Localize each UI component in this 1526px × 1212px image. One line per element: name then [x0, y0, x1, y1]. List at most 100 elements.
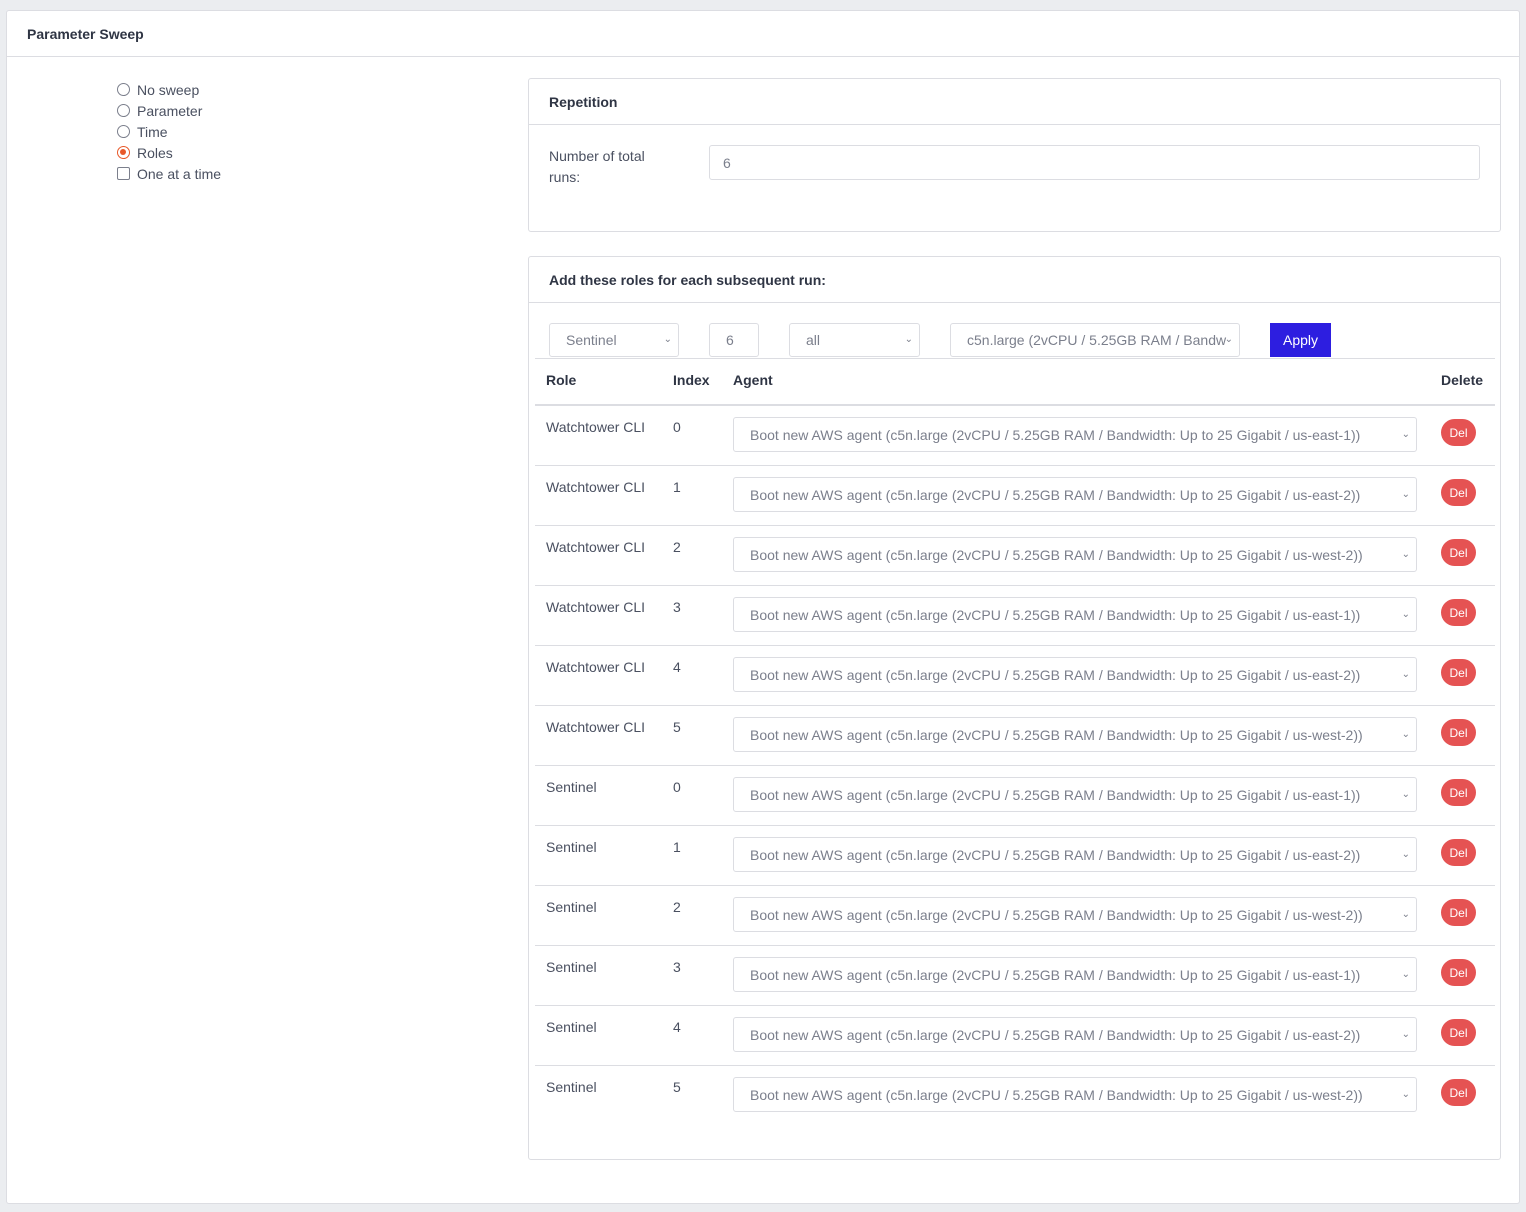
row-agent-select[interactable]: Boot new AWS agent (c5n.large (2vCPU / 5…: [733, 1077, 1417, 1112]
row-index: 3: [673, 959, 681, 975]
row-index: 4: [673, 1019, 681, 1035]
row-agent-select[interactable]: Boot new AWS agent (c5n.large (2vCPU / 5…: [733, 837, 1417, 872]
row-agent-select[interactable]: Boot new AWS agent (c5n.large (2vCPU / 5…: [733, 657, 1417, 692]
table-row: Sentinel 1 Boot new AWS agent (c5n.large (…: [535, 826, 1495, 886]
delete-button[interactable]: Del: [1441, 419, 1476, 446]
row-index: 5: [673, 719, 681, 735]
row-agent-select[interactable]: Boot new AWS agent (c5n.large (2vCPU / 5…: [733, 1017, 1417, 1052]
total-runs-input[interactable]: [709, 145, 1480, 180]
chevron-down-icon: ⌄: [1224, 334, 1233, 345]
table-row: Sentinel 2 Boot new AWS agent (c5n.large (…: [535, 886, 1495, 946]
table-row: Sentinel 0 Boot new AWS agent (c5n.large (…: [535, 766, 1495, 826]
row-role: Watchtower CLI: [546, 479, 646, 495]
row-agent-select[interactable]: Boot new AWS agent (c5n.large (2vCPU / 5…: [733, 717, 1417, 752]
row-agent-select[interactable]: Boot new AWS agent (c5n.large (2vCPU / 5…: [733, 957, 1417, 992]
radio-icon[interactable]: [117, 125, 130, 138]
row-role: Watchtower CLI: [546, 419, 646, 435]
row-agent-value: Boot new AWS agent (c5n.large (2vCPU / 5…: [750, 606, 1361, 623]
delete-button[interactable]: Del: [1441, 839, 1476, 866]
option-label: No sweep: [137, 81, 200, 98]
row-role: Watchtower CLI: [546, 599, 646, 615]
repetition-title: Repetition: [529, 79, 1500, 125]
chevron-down-icon: ⌄: [1401, 669, 1410, 680]
row-agent-select[interactable]: Boot new AWS agent (c5n.large (2vCPU / 5…: [733, 777, 1417, 812]
delete-button[interactable]: Del: [1441, 479, 1476, 506]
row-index: 0: [673, 419, 681, 435]
row-role: Sentinel: [546, 959, 597, 975]
column-header-agent: Agent: [733, 372, 773, 388]
checkbox-icon[interactable]: [117, 167, 130, 180]
option-label: Time: [137, 123, 168, 140]
option-time[interactable]: Time: [117, 121, 221, 142]
chevron-down-icon: ⌄: [904, 334, 913, 345]
delete-button[interactable]: Del: [1441, 659, 1476, 686]
row-index: 5: [673, 1079, 681, 1095]
chevron-down-icon: ⌄: [1401, 729, 1410, 740]
row-role: Sentinel: [546, 899, 597, 915]
option-label: Parameter: [137, 102, 203, 119]
delete-button[interactable]: Del: [1441, 959, 1476, 986]
delete-button[interactable]: Del: [1441, 539, 1476, 566]
delete-button[interactable]: Del: [1441, 1019, 1476, 1046]
delete-button[interactable]: Del: [1441, 779, 1476, 806]
row-index: 4: [673, 659, 681, 675]
delete-button[interactable]: Del: [1441, 599, 1476, 626]
chevron-down-icon: ⌄: [1401, 609, 1410, 620]
row-index: 1: [673, 479, 681, 495]
option-parameter[interactable]: Parameter: [117, 100, 221, 121]
roles-card: Add these roles for each subsequent run:…: [528, 256, 1501, 1160]
repetition-card: Repetition Number of total runs:: [528, 78, 1501, 232]
table-row: Watchtower CLI 2 Boot new AWS agent (c5n.l…: [535, 526, 1495, 586]
row-role: Sentinel: [546, 1079, 597, 1095]
chevron-down-icon: ⌄: [1401, 909, 1410, 920]
row-agent-value: Boot new AWS agent (c5n.large (2vCPU / 5…: [750, 1086, 1363, 1103]
option-one-at-a-time[interactable]: One at a time: [117, 163, 221, 184]
table-divider: [535, 358, 1495, 359]
option-roles[interactable]: Roles: [117, 142, 221, 163]
chevron-down-icon: ⌄: [1401, 1029, 1410, 1040]
chevron-down-icon: ⌄: [1401, 969, 1410, 980]
row-agent-value: Boot new AWS agent (c5n.large (2vCPU / 5…: [750, 666, 1361, 683]
row-agent-value: Boot new AWS agent (c5n.large (2vCPU / 5…: [750, 426, 1361, 443]
chevron-down-icon: ⌄: [1401, 1089, 1410, 1100]
row-role: Watchtower CLI: [546, 539, 646, 555]
row-agent-select[interactable]: Boot new AWS agent (c5n.large (2vCPU / 5…: [733, 537, 1417, 572]
row-role: Sentinel: [546, 839, 597, 855]
row-index: 2: [673, 539, 681, 555]
table-row: Sentinel 3 Boot new AWS agent (c5n.large (…: [535, 946, 1495, 1006]
delete-button[interactable]: Del: [1441, 719, 1476, 746]
row-agent-select[interactable]: Boot new AWS agent (c5n.large (2vCPU / 5…: [733, 417, 1417, 452]
row-agent-select[interactable]: Boot new AWS agent (c5n.large (2vCPU / 5…: [733, 597, 1417, 632]
option-no-sweep[interactable]: No sweep: [117, 79, 221, 100]
parameter-sweep-card: Parameter Sweep No sweep Parameter Time …: [6, 10, 1520, 1204]
row-agent-select[interactable]: Boot new AWS agent (c5n.large (2vCPU / 5…: [733, 477, 1417, 512]
row-agent-value: Boot new AWS agent (c5n.large (2vCPU / 5…: [750, 846, 1361, 863]
delete-button[interactable]: Del: [1441, 899, 1476, 926]
roles-title: Add these roles for each subsequent run:: [529, 257, 1500, 303]
role-select[interactable]: Sentinel ⌄: [549, 323, 679, 357]
radio-checked-icon[interactable]: [117, 146, 130, 159]
row-agent-value: Boot new AWS agent (c5n.large (2vCPU / 5…: [750, 1026, 1361, 1043]
count-input[interactable]: 6: [709, 323, 759, 357]
option-label: One at a time: [137, 165, 222, 182]
row-role: Sentinel: [546, 779, 597, 795]
chevron-down-icon: ⌄: [1401, 549, 1410, 560]
row-agent-value: Boot new AWS agent (c5n.large (2vCPU / 5…: [750, 906, 1363, 923]
row-role: Watchtower CLI: [546, 719, 646, 735]
row-index: 1: [673, 839, 681, 855]
agent-type-select[interactable]: c5n.large (2vCPU / 5.25GB RAM / Bandw ⌄: [950, 323, 1240, 357]
row-agent-select[interactable]: Boot new AWS agent (c5n.large (2vCPU / 5…: [733, 897, 1417, 932]
radio-icon[interactable]: [117, 83, 130, 96]
index-select[interactable]: all ⌄: [789, 323, 920, 357]
chevron-down-icon: ⌄: [663, 334, 672, 345]
row-agent-value: Boot new AWS agent (c5n.large (2vCPU / 5…: [750, 726, 1363, 743]
count-value: 6: [726, 332, 734, 348]
radio-icon[interactable]: [117, 104, 130, 117]
delete-button[interactable]: Del: [1441, 1079, 1476, 1106]
table-row: Watchtower CLI 1 Boot new AWS agent (c5n.l…: [535, 466, 1495, 526]
column-header-index: Index: [673, 372, 710, 388]
roles-table-body: Watchtower CLI 0 Boot new AWS agent (c5n.l…: [535, 406, 1495, 1126]
apply-button[interactable]: Apply: [1270, 323, 1331, 357]
sweep-options: No sweep Parameter Time Roles One at a t…: [117, 79, 221, 184]
row-index: 3: [673, 599, 681, 615]
